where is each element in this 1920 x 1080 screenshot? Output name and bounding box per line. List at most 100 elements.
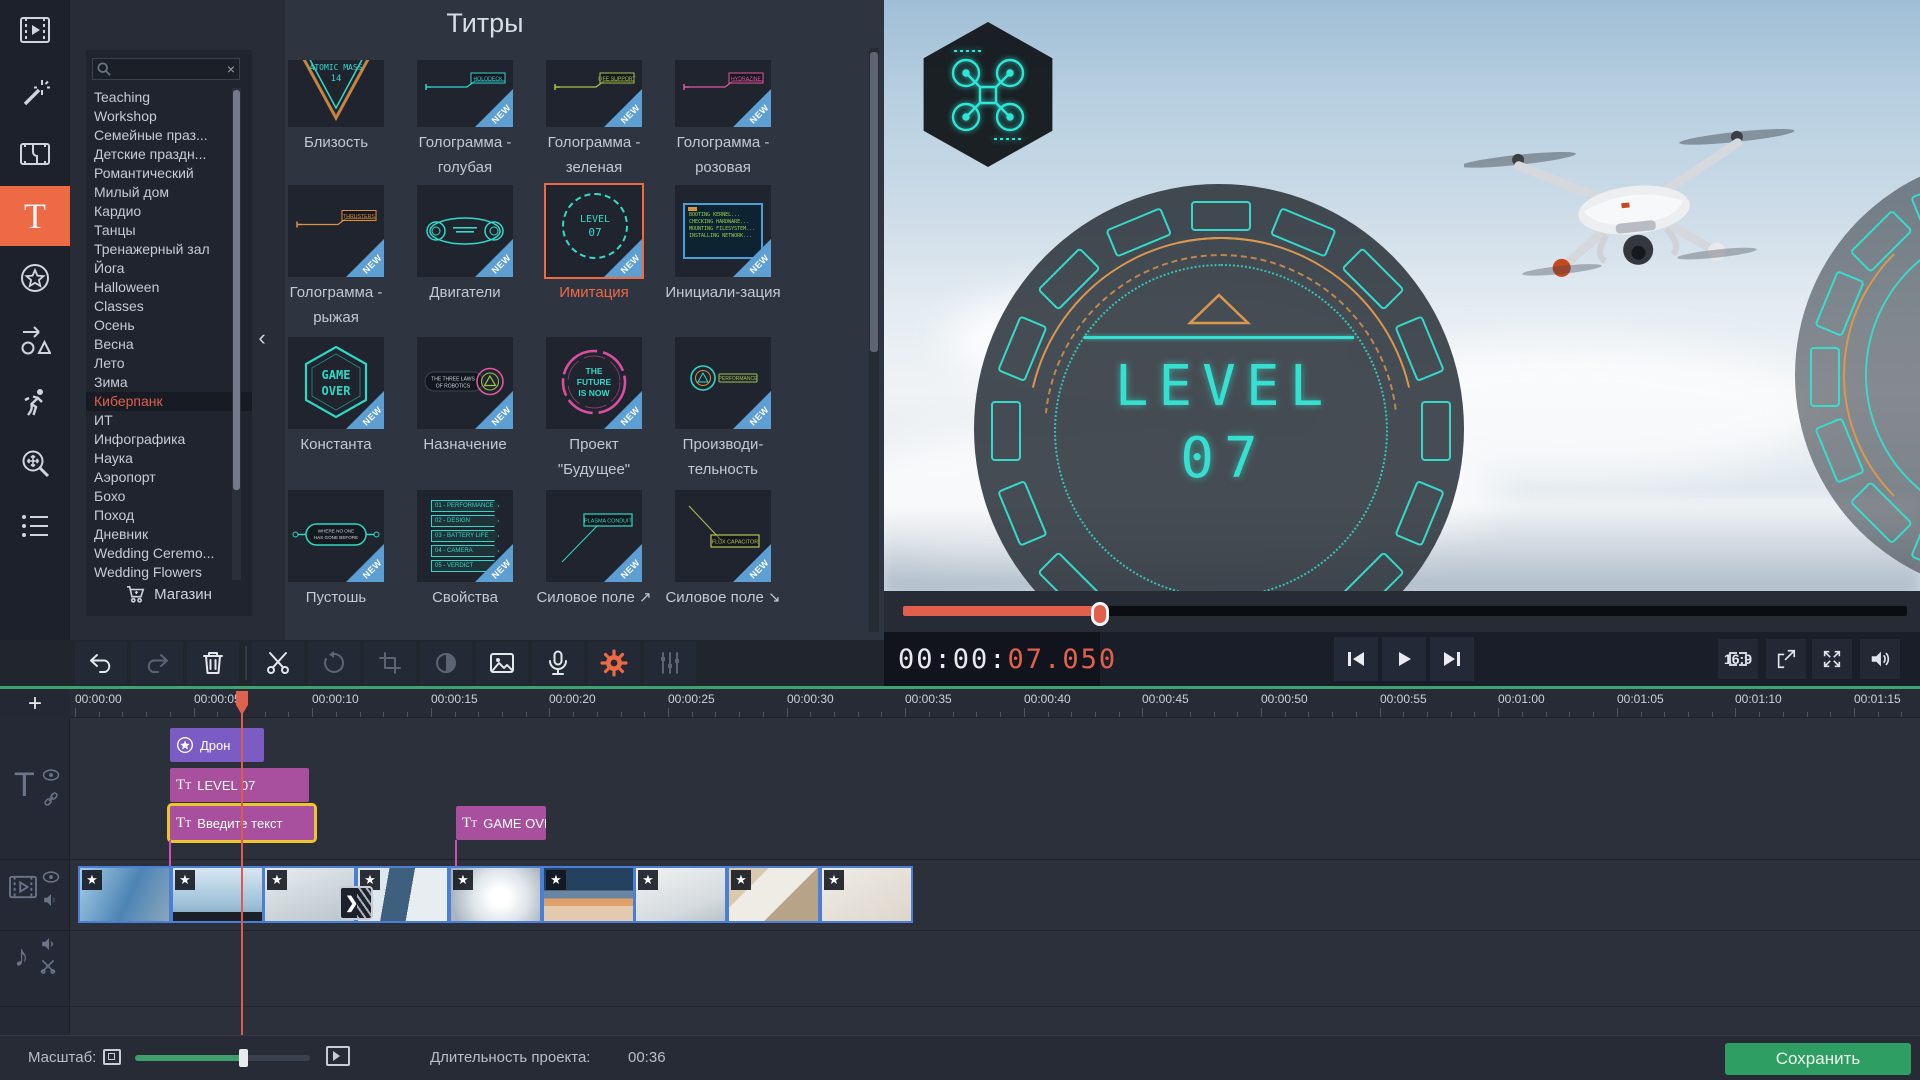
sidebar-item-stickers[interactable] (0, 248, 70, 308)
timeline-title-clip[interactable]: TTLEVEL 07 (170, 768, 309, 802)
title-card-thumbnail[interactable]: NEW (417, 185, 513, 277)
title-card-thumbnail[interactable]: GAMEOVERNEW (288, 337, 384, 429)
sidebar-item-filters[interactable] (0, 62, 70, 122)
category-item[interactable]: Наука (86, 449, 236, 468)
speaker-icon[interactable] (40, 936, 58, 952)
timeline-video-clip[interactable]: ★ (449, 866, 542, 923)
category-item[interactable]: Кардио (86, 202, 236, 221)
category-item[interactable]: Аэропорт (86, 468, 236, 487)
split-button[interactable] (252, 642, 304, 684)
title-card-thumbnail[interactable]: LIFE SUPPORTNEW (546, 60, 642, 127)
category-item[interactable]: Киберпанк (86, 392, 252, 411)
sidebar-item-animation[interactable] (0, 372, 70, 432)
add-track-icon[interactable]: + (28, 693, 42, 715)
category-item[interactable]: Classes (86, 297, 236, 316)
record-voiceover-button[interactable] (532, 642, 584, 684)
category-item[interactable]: Танцы (86, 221, 236, 240)
timeline-video-clip[interactable]: ★ (78, 866, 171, 923)
rotate-button[interactable] (308, 642, 360, 684)
clear-search-icon[interactable]: × (227, 61, 235, 77)
undo-button[interactable] (75, 642, 127, 684)
sidebar-item-transitions[interactable] (0, 124, 70, 184)
category-item[interactable]: Зима (86, 373, 236, 392)
title-card-thumbnail[interactable]: HYDRAZINENEW (675, 60, 771, 127)
category-scrollbar[interactable] (232, 88, 241, 580)
search-input[interactable]: × (92, 58, 240, 80)
title-card-thumbnail[interactable]: THE THREE LAWSOF ROBOTICSNEW (417, 337, 513, 429)
category-item[interactable]: Тренажерный зал (86, 240, 236, 259)
category-item[interactable]: Teaching (86, 88, 236, 107)
eye-icon[interactable] (42, 768, 60, 782)
playhead-line[interactable] (241, 692, 243, 1035)
timeline-video-clip[interactable]: ★ (542, 866, 635, 923)
eye-icon[interactable] (42, 870, 60, 884)
category-item[interactable]: Весна (86, 335, 236, 354)
aspect-ratio-button[interactable]: 16:9 (1718, 639, 1758, 679)
category-item[interactable]: Workshop (86, 107, 236, 126)
next-frame-button[interactable] (1430, 637, 1474, 681)
title-card-thumbnail[interactable]: THEFUTUREIS NOWNEW (546, 337, 642, 429)
audio-levels-button[interactable] (644, 642, 696, 684)
store-button[interactable]: Магазин (86, 580, 252, 608)
category-item[interactable]: Halloween (86, 278, 236, 297)
category-item[interactable]: Йога (86, 259, 236, 278)
category-item[interactable]: Бохо (86, 487, 236, 506)
category-item[interactable]: Инфографика (86, 430, 236, 449)
sidebar-item-more-tools[interactable] (0, 496, 70, 556)
zoom-slider-handle[interactable] (239, 1049, 248, 1067)
title-card-thumbnail[interactable]: THRUSTERSNEW (288, 185, 384, 277)
color-adjust-button[interactable] (420, 642, 472, 684)
transition-icon[interactable]: ❯ (339, 886, 373, 920)
category-item[interactable]: Лето (86, 354, 236, 373)
sidebar-item-pan-zoom[interactable] (0, 434, 70, 494)
title-card-thumbnail[interactable]: WHERE NO ONEHAS GONE BEFORENEW (288, 490, 384, 582)
play-button[interactable] (1382, 637, 1426, 681)
volume-button[interactable] (1860, 639, 1900, 679)
timeline-video-clip[interactable]: ★ (171, 866, 264, 923)
sidebar-item-titles[interactable]: T (0, 186, 70, 246)
category-item[interactable]: Милый дом (86, 183, 236, 202)
grid-scrollbar-thumb[interactable] (870, 52, 878, 352)
zoom-slider[interactable] (135, 1055, 310, 1061)
timeline-video-clip[interactable]: ★ (727, 866, 820, 923)
sidebar-item-callouts[interactable] (0, 310, 70, 370)
save-button[interactable]: Сохранить (1725, 1043, 1911, 1075)
title-card-thumbnail[interactable]: FLUX CAPACITORNEW (675, 490, 771, 582)
timeline-video-clip[interactable]: ★ (820, 866, 913, 923)
title-card-thumbnail[interactable]: BOOTING KERNEL...CHECKING HARDWARE...MOU… (675, 185, 771, 277)
category-item[interactable]: Семейные праз... (86, 126, 236, 145)
crop-button[interactable] (364, 642, 416, 684)
insert-image-button[interactable] (476, 642, 528, 684)
clip-properties-button[interactable] (588, 642, 640, 684)
title-card-thumbnail[interactable]: PLASMA CONDUITNEW (546, 490, 642, 582)
category-scrollbar-thumb[interactable] (233, 90, 240, 490)
seek-bar[interactable] (903, 606, 1907, 616)
seek-handle[interactable] (1091, 602, 1109, 626)
category-item[interactable]: Детские праздн... (86, 145, 236, 164)
title-card-thumbnail[interactable]: PERFORMANCENEW (675, 337, 771, 429)
timeline-ruler[interactable]: + 00:00:0000:00:0500:00:1000:00:1500:00:… (0, 689, 1920, 718)
title-card-thumbnail[interactable]: LEVEL07NEW (546, 185, 642, 277)
zoom-in-film-icon[interactable] (326, 1046, 350, 1066)
category-item[interactable]: Дневник (86, 525, 236, 544)
category-item[interactable]: ИТ (86, 411, 236, 430)
sidebar-item-import-media[interactable] (0, 0, 70, 60)
category-item[interactable]: Wedding Ceremo... (86, 544, 236, 563)
category-item[interactable]: Осень (86, 316, 236, 335)
fullscreen-button[interactable] (1812, 639, 1852, 679)
collapse-panel-icon[interactable]: ‹ (252, 316, 272, 360)
timeline-title-clip[interactable]: TTGAME OVER (456, 806, 546, 840)
previous-frame-button[interactable] (1334, 637, 1378, 681)
mute-icon[interactable] (42, 892, 60, 908)
timeline-video-clip[interactable]: ★ (634, 866, 727, 923)
delete-button[interactable] (187, 642, 239, 684)
redo-button[interactable] (131, 642, 183, 684)
category-item[interactable]: Романтический (86, 164, 236, 183)
category-item[interactable]: Поход (86, 506, 236, 525)
title-card-thumbnail[interactable]: HOLODECKNEW (417, 60, 513, 127)
detach-player-button[interactable] (1766, 639, 1806, 679)
title-card-thumbnail[interactable]: ATOMIC MASS14 (288, 60, 384, 127)
timeline-title-clip[interactable]: Дрон (170, 728, 264, 762)
detach-audio-icon[interactable] (40, 958, 56, 974)
grid-scrollbar[interactable] (869, 48, 879, 632)
